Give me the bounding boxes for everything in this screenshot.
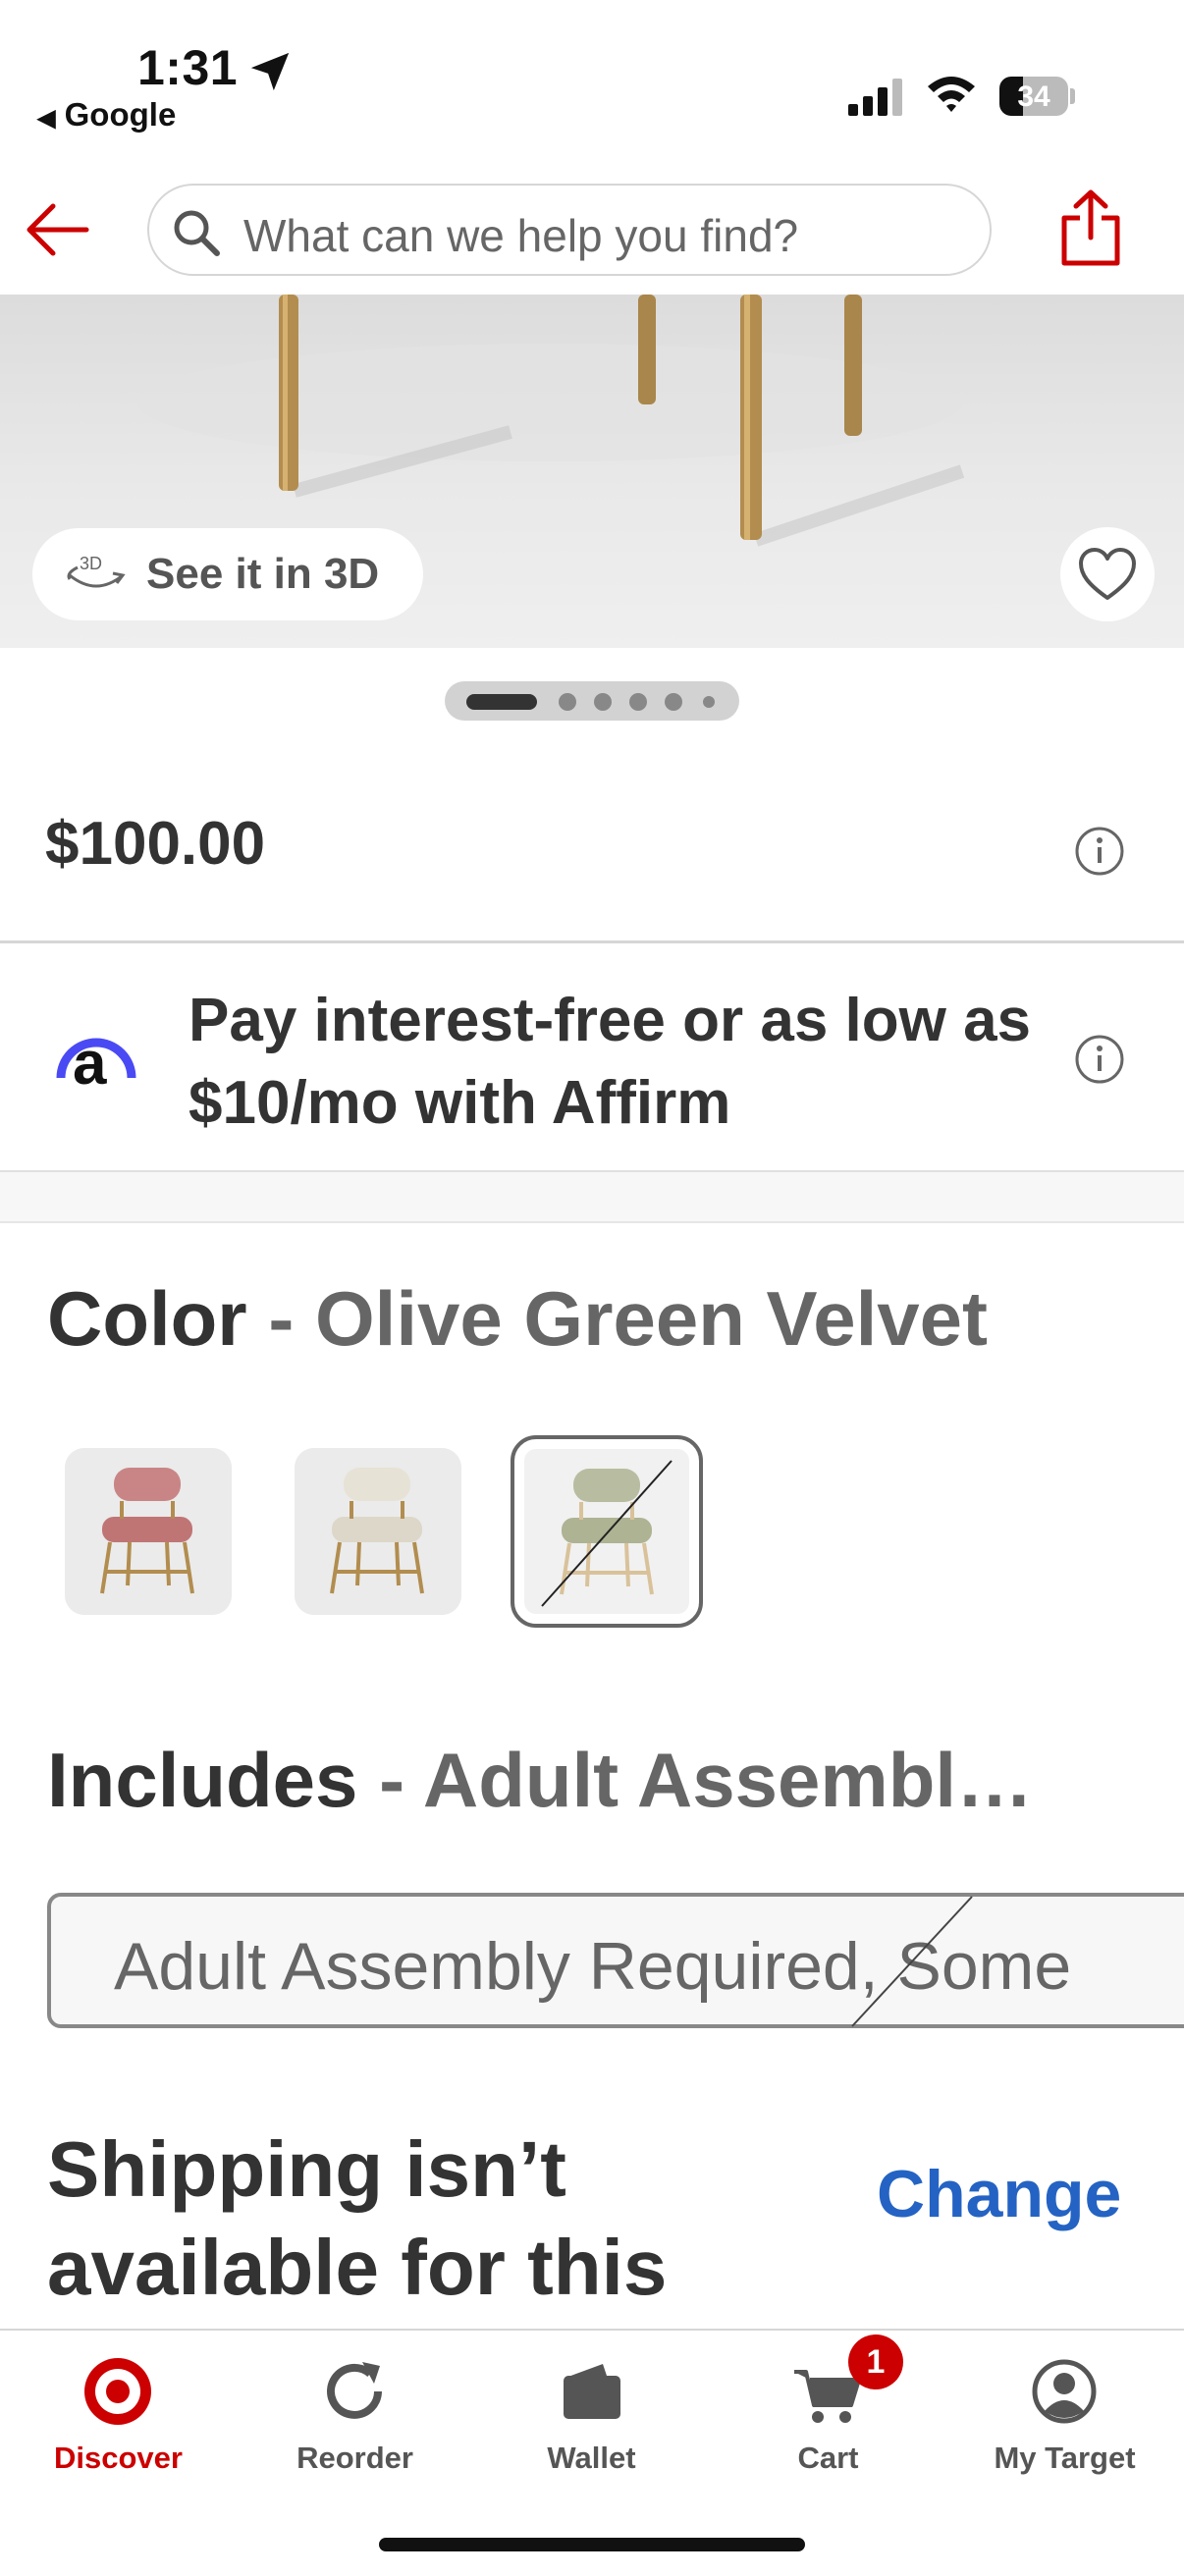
tab-wallet[interactable]: Wallet: [473, 2331, 710, 2527]
price-divider: [0, 940, 1184, 943]
color-heading: Color - Olive Green Velvet: [47, 1274, 988, 1364]
image-pager[interactable]: [445, 681, 739, 721]
share-icon[interactable]: [1058, 188, 1123, 267]
price-info-icon[interactable]: [1074, 826, 1125, 877]
pager-dot: [559, 693, 576, 711]
target-logo-icon: [84, 2358, 151, 2425]
tab-cart[interactable]: Cart: [710, 2331, 946, 2527]
includes-heading: Includes - Adult Assembl…: [47, 1736, 1166, 1825]
selected-color: Olive Green Velvet: [314, 1275, 989, 1362]
home-indicator[interactable]: [379, 2538, 805, 2551]
location-arrow-icon: [250, 52, 290, 91]
section-separator: [0, 1170, 1184, 1223]
tab-my-target[interactable]: My Target: [946, 2331, 1183, 2527]
tab-wallet-label: Wallet: [547, 2441, 636, 2475]
wallet-icon: [564, 2364, 620, 2419]
includes-separator: -: [379, 1737, 405, 1823]
pink-chair-thumbnail: [65, 1448, 232, 1615]
tab-reorder-label: Reorder: [296, 2441, 413, 2475]
includes-selected: Adult Assembl…: [422, 1737, 1034, 1823]
pager-dot: [665, 693, 682, 711]
cellular-signal-icon: [848, 79, 902, 116]
shipping-status: Shipping isn’t available for this: [47, 2125, 668, 2311]
tab-my-target-label: My Target: [994, 2441, 1136, 2475]
change-shipping-link[interactable]: Change: [877, 2156, 1121, 2232]
cream-chair-thumbnail: [295, 1448, 461, 1615]
unavailable-strike-line: [851, 1896, 973, 2027]
affirm-logo-letter: a: [73, 1030, 107, 1098]
pager-dot-active: [466, 694, 537, 710]
color-separator: -: [268, 1275, 295, 1362]
battery-level: 34: [1017, 80, 1050, 113]
pager-dot: [629, 693, 647, 711]
back-to-google[interactable]: ◀ Google: [37, 96, 176, 134]
battery-cap-icon: [1070, 88, 1075, 104]
includes-label: Includes: [47, 1737, 358, 1823]
status-time: 1:31: [137, 40, 239, 95]
search-input[interactable]: What can we help you find?: [147, 184, 992, 276]
color-swatch-olive-selected[interactable]: [511, 1435, 703, 1628]
see-in-3d-button[interactable]: 3D See it in 3D: [32, 528, 423, 620]
back-triangle-icon: ◀: [37, 105, 56, 132]
pager-dot-small: [703, 696, 715, 708]
affirm-logo: a: [55, 1021, 137, 1100]
3d-rotate-icon: 3D: [67, 554, 126, 588]
tab-discover-label: Discover: [54, 2441, 183, 2475]
search-placeholder: What can we help you find?: [243, 210, 799, 261]
product-price: $100.00: [45, 810, 266, 878]
back-arrow-icon[interactable]: [24, 198, 92, 261]
color-label: Color: [47, 1275, 247, 1362]
heart-icon: [1079, 548, 1136, 600]
cart-count-badge: 1: [848, 2334, 903, 2389]
tab-cart-label: Cart: [797, 2441, 859, 2475]
tab-discover[interactable]: Discover: [0, 2331, 237, 2527]
olive-chair-thumbnail: [524, 1449, 689, 1614]
reorder-icon: [327, 2362, 382, 2419]
pager-dot: [594, 693, 612, 711]
tab-reorder[interactable]: Reorder: [237, 2331, 473, 2527]
color-swatch-pink[interactable]: [65, 1448, 232, 1615]
back-app-label: Google: [64, 96, 177, 133]
see-in-3d-label: See it in 3D: [146, 550, 380, 598]
favorite-button[interactable]: [1060, 527, 1155, 621]
includes-option-adult-assembly[interactable]: Adult Assembly Required, Some: [47, 1893, 1184, 2028]
account-icon: [1032, 2359, 1097, 2424]
affirm-financing-text: Pay interest-free or as low as $10/mo wi…: [188, 987, 1032, 1137]
battery-indicator: 34: [999, 77, 1075, 116]
search-icon: [174, 210, 220, 256]
svg-text:3D: 3D: [80, 554, 102, 573]
affirm-info-icon[interactable]: [1074, 1034, 1125, 1085]
color-swatch-cream[interactable]: [295, 1448, 461, 1615]
wifi-icon: [928, 77, 975, 112]
